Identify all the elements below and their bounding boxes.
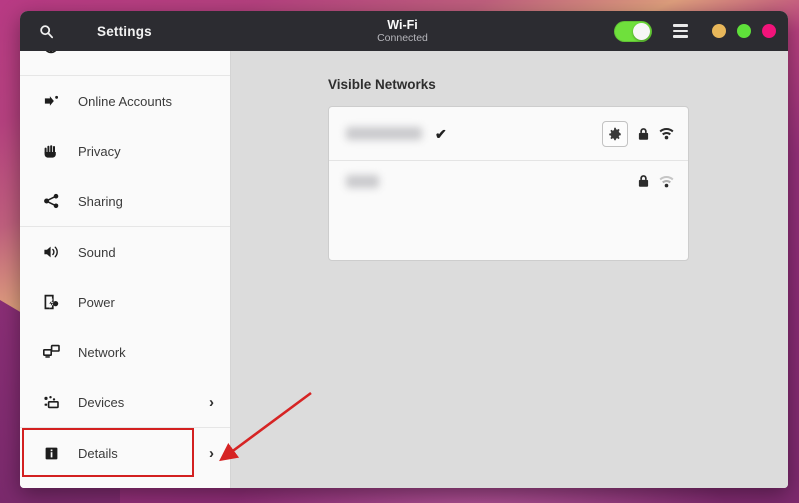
sharing-icon [38, 193, 64, 209]
privacy-hand-icon [38, 143, 64, 159]
lock-icon [637, 127, 650, 141]
connection-status: Connected [377, 31, 428, 44]
sidebar-item-sharing[interactable]: Sharing [20, 176, 230, 226]
window-header-bar: Settings Wi-Fi Connected [20, 11, 788, 51]
sidebar-item-label: Sound [78, 244, 116, 260]
chevron-right-icon: › [209, 393, 214, 411]
search-icon[interactable] [29, 14, 63, 48]
sidebar-item-universal-access[interactable]: Universal Access [20, 51, 230, 75]
network-row[interactable] [329, 160, 688, 260]
power-battery-icon [38, 294, 64, 310]
details-info-icon [38, 446, 64, 461]
sidebar-item-devices[interactable]: Devices › [20, 377, 230, 427]
sidebar-item-label: Network [78, 344, 126, 360]
devices-icon [38, 394, 64, 410]
network-row-actions [637, 174, 674, 188]
sidebar-item-network[interactable]: Network [20, 327, 230, 377]
sidebar-item-label: Details [78, 445, 118, 461]
toggle-knob [633, 22, 650, 40]
sidebar-item-label: Online Accounts [78, 93, 172, 109]
settings-sidebar[interactable]: Universal Access Online Accounts [20, 51, 231, 488]
wifi-signal-icon [659, 175, 674, 188]
universal-access-icon [38, 51, 64, 54]
network-name-redacted [346, 175, 379, 188]
network-row-actions [602, 120, 674, 147]
hamburger-menu-icon[interactable] [666, 17, 694, 45]
wifi-toggle-switch[interactable] [614, 20, 652, 42]
maximize-button[interactable] [737, 24, 751, 38]
network-name-redacted [346, 127, 422, 140]
wifi-content-panel: Visible Networks ✔ [231, 51, 788, 488]
sidebar-item-power[interactable]: Power [20, 277, 230, 327]
sidebar-item-label: Privacy [78, 143, 121, 159]
wifi-signal-icon [659, 127, 674, 140]
visible-networks-list: ✔ [328, 106, 689, 261]
window-body: Universal Access Online Accounts [20, 51, 788, 488]
sidebar-item-sound[interactable]: Sound [20, 227, 230, 277]
sidebar-item-label: Sharing [78, 193, 123, 209]
sidebar-item-label: Power [78, 294, 115, 310]
lock-icon [637, 174, 650, 188]
headerbar-title-block: Wi-Fi Connected [191, 18, 614, 45]
sidebar-item-privacy[interactable]: Privacy [20, 126, 230, 176]
sidebar-item-online-accounts[interactable]: Online Accounts [20, 76, 230, 126]
network-icon [38, 344, 64, 360]
chevron-right-icon: › [209, 444, 214, 462]
close-button[interactable] [762, 24, 776, 38]
header-right-section [614, 17, 788, 45]
connected-check-icon: ✔ [435, 125, 447, 142]
visible-networks-heading: Visible Networks [328, 77, 436, 92]
sidebar-item-label: Devices [78, 394, 125, 410]
window-controls [712, 24, 776, 38]
minimize-button[interactable] [712, 24, 726, 38]
sidebar-item-label: Universal Access [78, 51, 220, 53]
sidebar-item-details[interactable]: Details › [20, 428, 230, 478]
online-accounts-icon [38, 93, 64, 109]
network-row[interactable]: ✔ [329, 107, 688, 160]
sound-speaker-icon [38, 244, 64, 260]
settings-window: Settings Wi-Fi Connected Online Accounts… [20, 11, 788, 488]
connection-title: Wi-Fi [387, 17, 418, 32]
app-title: Settings [97, 23, 152, 39]
gear-icon[interactable] [602, 120, 628, 147]
